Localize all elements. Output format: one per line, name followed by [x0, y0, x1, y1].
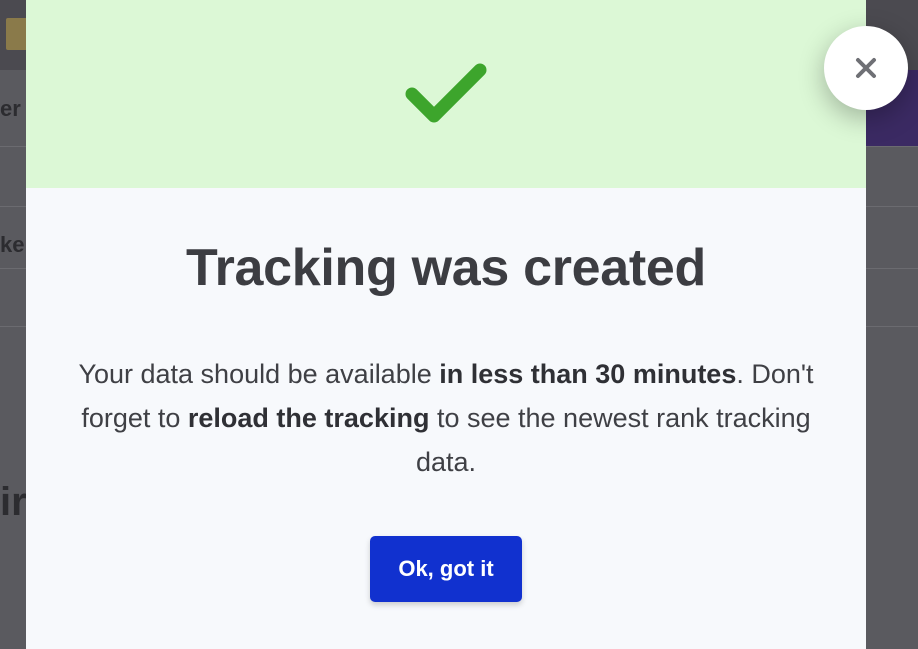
success-modal: Tracking was created Your data should be… [26, 0, 866, 649]
message-emphasis: reload the tracking [187, 403, 430, 433]
background-logo [6, 18, 28, 50]
close-icon [856, 58, 876, 78]
message-emphasis: in less than 30 minutes [439, 359, 737, 389]
background-text: er [0, 96, 21, 121]
message-text: to see the newest rank tracking data. [415, 403, 811, 477]
modal-hero [26, 0, 866, 188]
modal-message: Your data should be available in less th… [66, 352, 826, 484]
ok-button[interactable]: Ok, got it [370, 536, 522, 602]
background-text: ir [0, 480, 26, 524]
close-button[interactable] [824, 26, 908, 110]
message-text: Your data should be available [78, 359, 440, 389]
modal-title: Tracking was created [185, 239, 707, 297]
background-text: ke [0, 232, 25, 257]
check-icon [405, 63, 487, 123]
